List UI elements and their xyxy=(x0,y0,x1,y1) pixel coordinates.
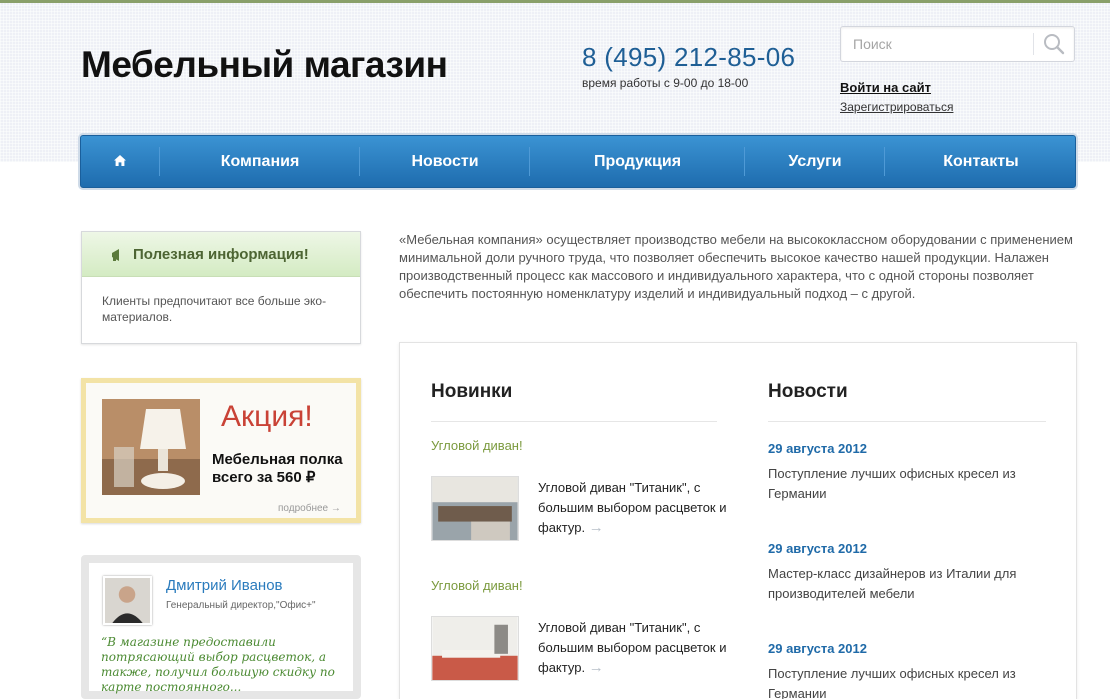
testimonial-name[interactable]: Дмитрий Иванов xyxy=(166,577,283,594)
useful-info-box: Полезная информация! Клиенты предпочитаю… xyxy=(81,231,361,344)
news-rule xyxy=(768,421,1046,422)
login-link[interactable]: Войти на сайт xyxy=(840,80,931,95)
working-hours: время работы с 9-00 до 18-00 xyxy=(582,76,749,90)
arrow-right-icon: → xyxy=(588,519,604,536)
register-link[interactable]: Зарегистрироваться xyxy=(840,100,953,114)
content-panel: Новинки Угловой диван! Угловой диван "Ти… xyxy=(399,342,1077,699)
testimonial-role: Генеральный директор,"Офис+" xyxy=(166,600,316,611)
testimonial-quote: “В магазине предоставили потрясающий выб… xyxy=(101,635,335,694)
home-icon xyxy=(114,155,126,166)
new-products-title: Новинки xyxy=(431,381,513,402)
new-products-rule xyxy=(431,421,717,422)
news-date: 29 августа 2012 xyxy=(768,441,867,456)
nav-home[interactable] xyxy=(81,136,159,187)
new-item-category[interactable]: Угловой диван! xyxy=(431,438,523,453)
nav-item-services[interactable]: Услуги xyxy=(745,136,885,187)
news-date: 29 августа 2012 xyxy=(768,641,867,656)
useful-info-header: Полезная информация! xyxy=(82,232,360,277)
arrow-right-icon: → xyxy=(588,659,604,676)
new-item-category[interactable]: Угловой диван! xyxy=(431,578,523,593)
new-item-description-text: Угловой диван "Титаник", с большим выбор… xyxy=(538,620,727,675)
news-title: Новости xyxy=(768,381,848,402)
main-nav: Компания Новости Продукция Услуги Контак… xyxy=(80,135,1076,188)
intro-text: «Мебельная компания» осуществляет произв… xyxy=(399,232,1073,301)
promo-lamp-image xyxy=(102,399,200,495)
new-item-description[interactable]: Угловой диван "Титаник", с большим выбор… xyxy=(538,618,728,678)
site-title[interactable]: Мебельный магазин xyxy=(81,44,448,86)
search-box xyxy=(840,26,1075,62)
nav-item-company[interactable]: Компания xyxy=(160,136,360,187)
promo-more-link[interactable]: подробнее → xyxy=(278,503,341,514)
useful-info-title: Полезная информация! xyxy=(133,246,309,263)
search-icon xyxy=(1044,34,1065,55)
search-divider xyxy=(1033,33,1034,55)
new-item-description[interactable]: Угловой диван "Титаник", с большим выбор… xyxy=(538,478,728,538)
new-item-description-text: Угловой диван "Титаник", с большим выбор… xyxy=(538,480,727,535)
promo-subtitle: Мебельная полка всего за 560 ₽ xyxy=(212,451,343,487)
search-button[interactable] xyxy=(1039,31,1069,57)
news-link[interactable]: Мастер-класс дизайнеров из Италии для пр… xyxy=(768,564,1058,604)
useful-info-text: Клиенты предпочитают все больше эко-мате… xyxy=(102,294,327,324)
promo-title: Акция! xyxy=(221,400,313,433)
megaphone-icon xyxy=(112,249,119,261)
news-date: 29 августа 2012 xyxy=(768,541,867,556)
new-item-thumbnail[interactable] xyxy=(431,616,519,681)
phone-number: 8 (495) 212-85-06 xyxy=(582,42,796,72)
nav-item-news[interactable]: Новости xyxy=(360,136,530,187)
promo-banner[interactable]: Акция! Мебельная полка всего за 560 ₽ по… xyxy=(81,378,361,523)
new-item-thumbnail[interactable] xyxy=(431,476,519,541)
search-input[interactable] xyxy=(841,27,1031,61)
promo-line-1: Мебельная полка xyxy=(212,451,343,468)
avatar xyxy=(103,576,152,625)
news-link[interactable]: Поступление лучших офисных кресел из Гер… xyxy=(768,464,1058,504)
promo-line-2: всего за 560 ₽ xyxy=(212,469,316,486)
nav-item-products[interactable]: Продукция xyxy=(530,136,745,187)
news-link[interactable]: Поступление лучших офисных кресел из Гер… xyxy=(768,664,1058,699)
testimonial-box: Дмитрий Иванов Генеральный директор,"Офи… xyxy=(81,555,361,699)
nav-item-contacts[interactable]: Контакты xyxy=(885,136,1077,187)
